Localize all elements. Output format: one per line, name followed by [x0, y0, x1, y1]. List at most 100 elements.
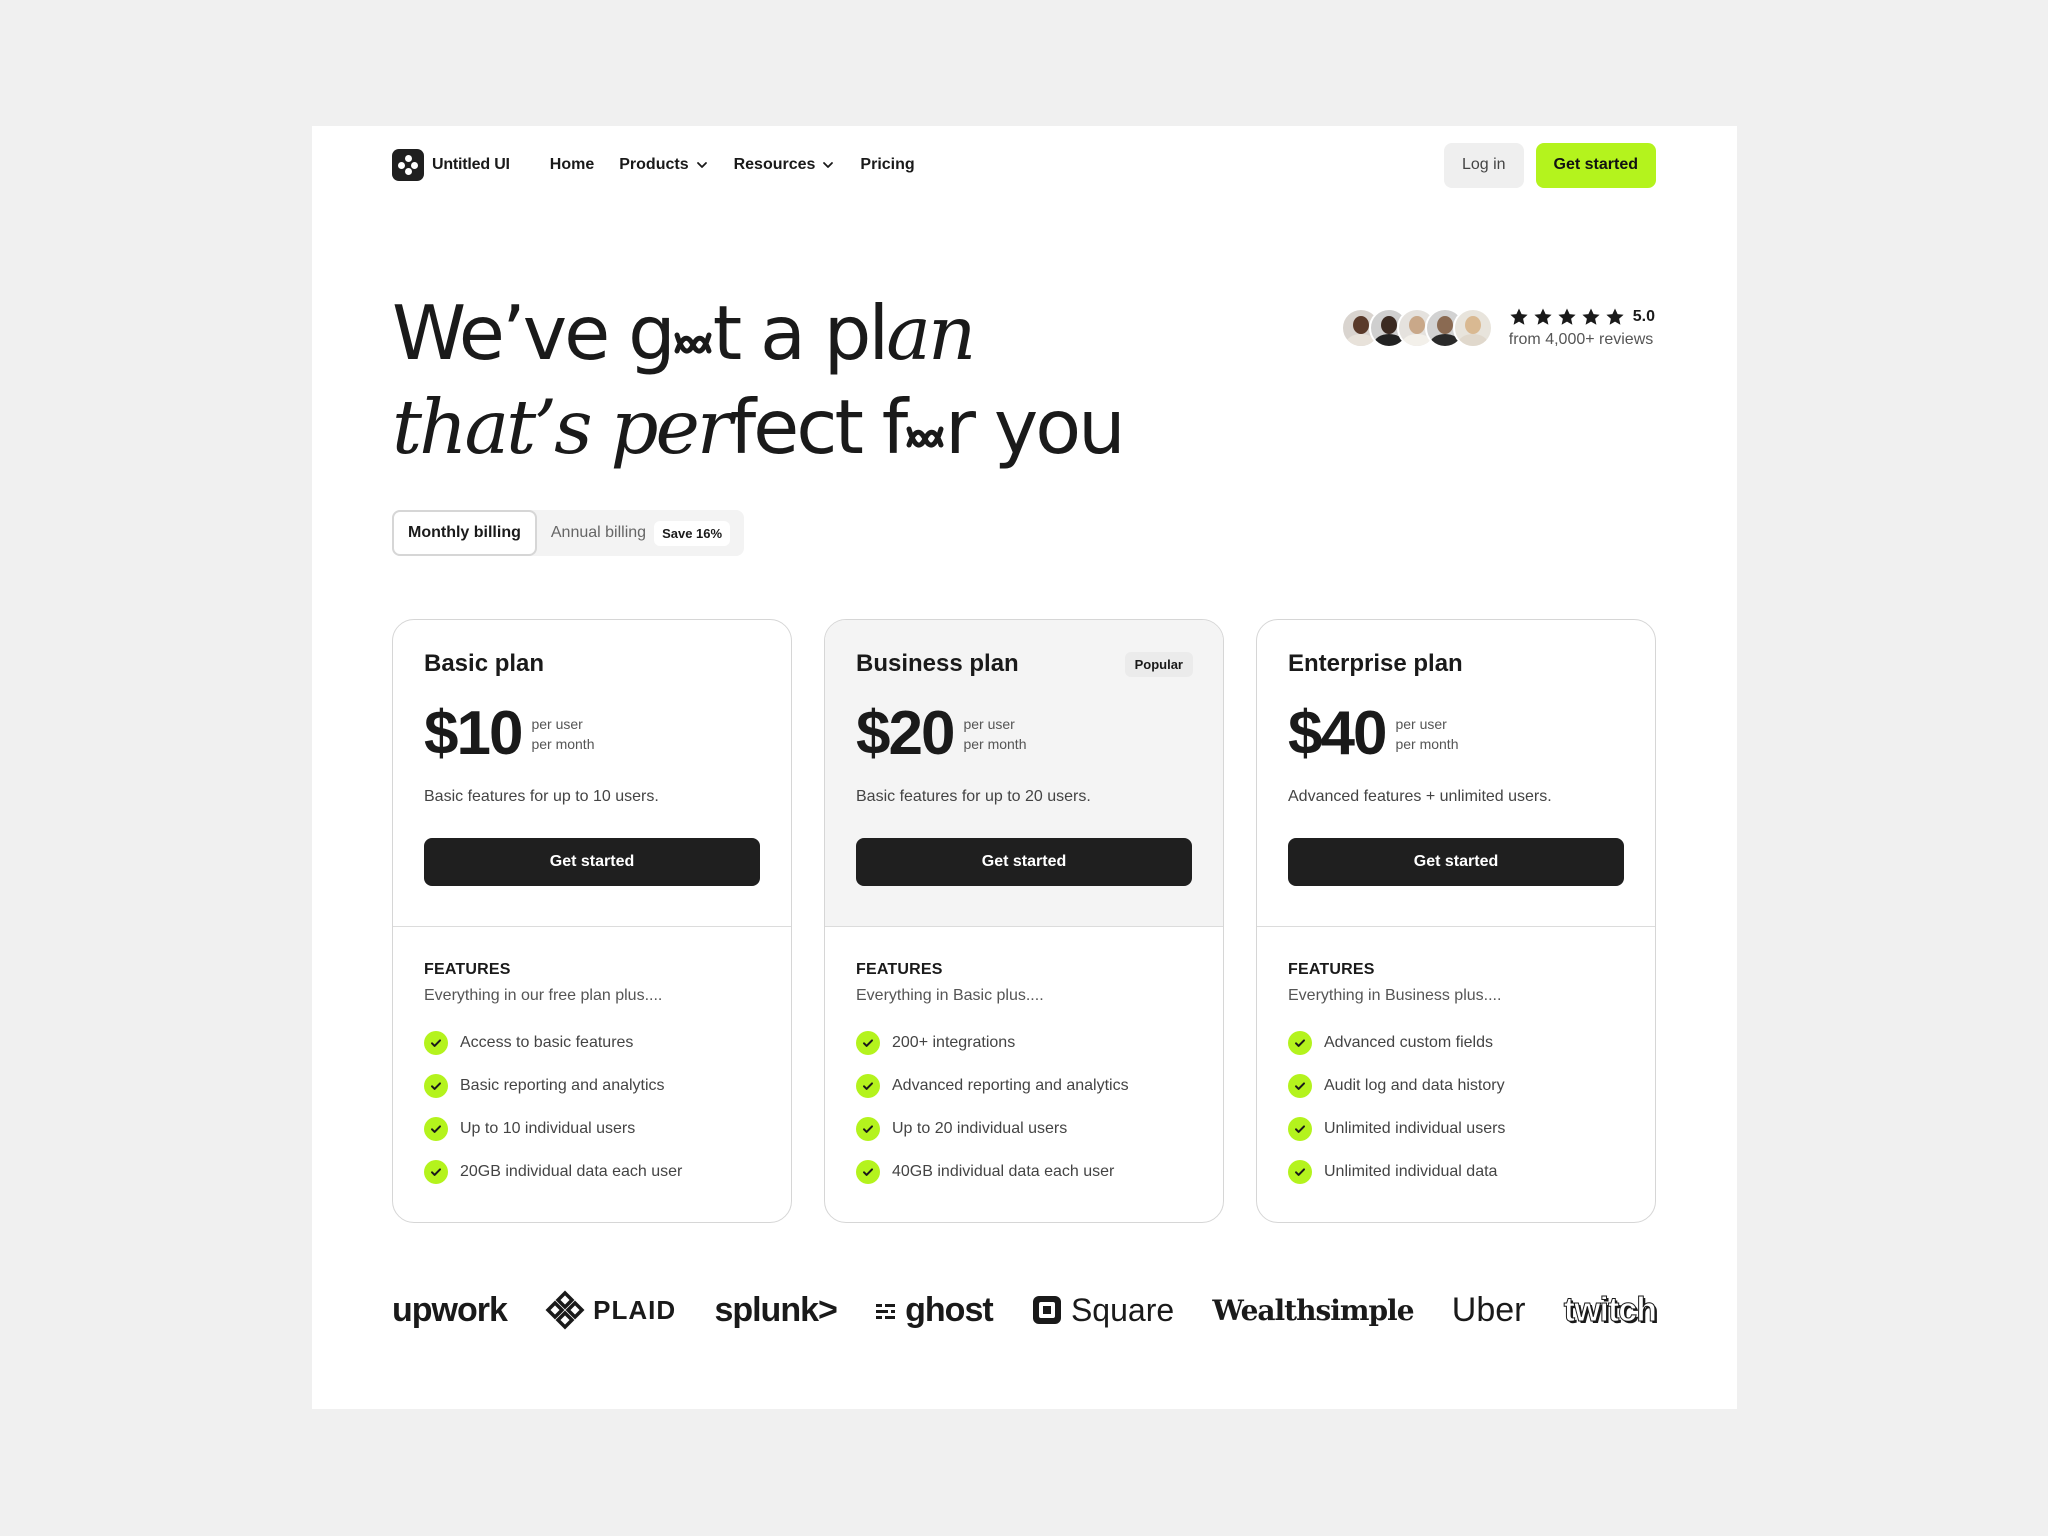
check-icon: [1288, 1031, 1312, 1055]
hero-text: t a pl: [712, 289, 889, 377]
nav-home-label: Home: [549, 156, 595, 173]
hero-text: We’ve g: [392, 289, 676, 377]
check-icon: [856, 1074, 880, 1098]
nav-actions: Log in Get started: [1443, 142, 1656, 188]
check-icon: [424, 1160, 448, 1184]
features-heading: FEATURES: [856, 961, 943, 978]
star-icon: [1558, 308, 1576, 325]
feature-list: Access to basic features Basic reporting…: [424, 1031, 760, 1184]
square-mark-icon: [1032, 1296, 1061, 1324]
annual-billing-option[interactable]: Annual billing Save 16%: [537, 510, 744, 556]
chevron-down-icon: [696, 162, 707, 168]
feature-item: Unlimited individual users: [1288, 1117, 1624, 1141]
upwork-logo: upwork: [392, 1290, 508, 1329]
feature-item: Advanced reporting and analytics: [856, 1074, 1192, 1098]
plan-card-header: Basic plan $10 per user per month Basic …: [393, 620, 791, 927]
nav-links: Home Products Resources Pricing: [550, 156, 915, 174]
reviews-summary: 5.0 from 4,000+ reviews: [1340, 307, 1655, 349]
star-icon: [1510, 308, 1528, 325]
price-period: per user per month: [1395, 714, 1458, 754]
feature-label: Up to 10 individual users: [460, 1120, 636, 1137]
hero-text-italic: per: [610, 383, 732, 471]
check-icon: [856, 1117, 880, 1141]
feature-item: Audit log and data history: [1288, 1074, 1624, 1098]
feature-label: Audit log and data history: [1324, 1077, 1505, 1094]
top-nav: Untitled UI Home Products Resources Pric…: [392, 142, 1656, 188]
plan-card-basic: Basic plan $10 per user per month Basic …: [392, 619, 792, 1223]
feature-item: Up to 20 individual users: [856, 1117, 1192, 1141]
feature-label: Advanced custom fields: [1324, 1034, 1493, 1051]
feature-label: 40GB individual data each user: [892, 1163, 1115, 1180]
rating-score: 5.0: [1632, 308, 1655, 325]
price-per-month: per month: [963, 736, 1027, 752]
pricing-page: Untitled UI Home Products Resources Pric…: [312, 126, 1737, 1409]
plan-get-started-button[interactable]: Get started: [856, 838, 1192, 886]
hero-text: r you: [945, 383, 1125, 471]
plaid-logo: PLAID: [545, 1290, 676, 1330]
monthly-billing-option[interactable]: Monthly billing: [392, 510, 537, 556]
star-icon: [1606, 308, 1624, 325]
check-icon: [424, 1031, 448, 1055]
check-icon: [424, 1074, 448, 1098]
plan-features: FEATURES Everything in Basic plus.... 20…: [825, 927, 1223, 1218]
price-per-user: per user: [963, 716, 1015, 732]
price-period: per user per month: [531, 714, 594, 754]
pricing-cards: Basic plan $10 per user per month Basic …: [392, 619, 1656, 1223]
price-row: $20 per user per month: [856, 702, 1192, 766]
uber-logo: Uber: [1451, 1290, 1526, 1329]
infinity-o-glyph-icon: [673, 288, 713, 354]
feature-item: 20GB individual data each user: [424, 1160, 760, 1184]
login-button[interactable]: Log in: [1443, 142, 1524, 188]
check-icon: [856, 1031, 880, 1055]
price-per-user: per user: [1395, 716, 1447, 732]
plan-description: Basic features for up to 10 users.: [424, 788, 659, 805]
rating-block: 5.0 from 4,000+ reviews: [1509, 307, 1655, 349]
save-badge: Save 16%: [654, 520, 731, 546]
hero-line-2: that’s perfect f r you: [392, 380, 1126, 474]
nav-pricing[interactable]: Pricing: [860, 156, 914, 174]
avatar-group: [1340, 308, 1493, 348]
plan-card-business: Business plan Popular $20 per user per m…: [824, 619, 1224, 1223]
check-icon: [1288, 1117, 1312, 1141]
plan-get-started-button[interactable]: Get started: [1288, 838, 1624, 886]
popular-badge: Popular: [1124, 652, 1193, 677]
plan-get-started-button[interactable]: Get started: [424, 838, 760, 886]
plan-card-header: Enterprise plan $40 per user per month A…: [1257, 620, 1655, 927]
avatar: [1452, 308, 1493, 348]
feature-item: Basic reporting and analytics: [424, 1074, 760, 1098]
feature-label: Unlimited individual data: [1324, 1163, 1498, 1180]
annual-billing-label: Annual billing: [550, 524, 647, 541]
price-per-month: per month: [1395, 736, 1459, 752]
feature-label: 20GB individual data each user: [460, 1163, 683, 1180]
plaid-mark-icon: [545, 1290, 585, 1330]
star-icon: [1582, 308, 1600, 325]
star-icon: [1534, 308, 1552, 325]
check-icon: [856, 1160, 880, 1184]
splunk-logo: splunk>: [714, 1290, 837, 1329]
logo[interactable]: Untitled UI: [392, 149, 510, 181]
price-per-user: per user: [531, 716, 583, 732]
nav-products-label: Products: [619, 156, 689, 173]
ghost-logo: ghost: [875, 1290, 994, 1330]
feature-list: 200+ integrations Advanced reporting and…: [856, 1031, 1192, 1184]
plaid-wordmark: PLAID: [593, 1294, 677, 1325]
feature-label: Advanced reporting and analytics: [892, 1077, 1129, 1094]
hero-text-italic: an: [886, 289, 976, 377]
nav-products[interactable]: Products: [619, 156, 708, 174]
feature-item: Unlimited individual data: [1288, 1160, 1624, 1184]
plan-description: Advanced features + unlimited users.: [1288, 788, 1552, 805]
nav-resources[interactable]: Resources: [734, 156, 836, 174]
features-heading: FEATURES: [424, 961, 511, 978]
nav-home[interactable]: Home: [550, 156, 594, 174]
plan-features: FEATURES Everything in Business plus....…: [1257, 927, 1655, 1218]
hero-line-1: We’ve g t a plan: [392, 286, 1123, 380]
plan-description: Basic features for up to 20 users.: [856, 788, 1091, 805]
plan-features: FEATURES Everything in our free plan plu…: [393, 927, 791, 1218]
get-started-button[interactable]: Get started: [1535, 142, 1656, 188]
ghost-wordmark: ghost: [905, 1290, 994, 1329]
square-logo: Square: [1031, 1292, 1174, 1329]
feature-label: Up to 20 individual users: [892, 1120, 1068, 1137]
customer-logos: upwork PLAID splunk> ghost Square Wealth…: [392, 1282, 1657, 1338]
price-row: $10 per user per month: [424, 702, 760, 766]
nav-pricing-label: Pricing: [860, 156, 915, 173]
